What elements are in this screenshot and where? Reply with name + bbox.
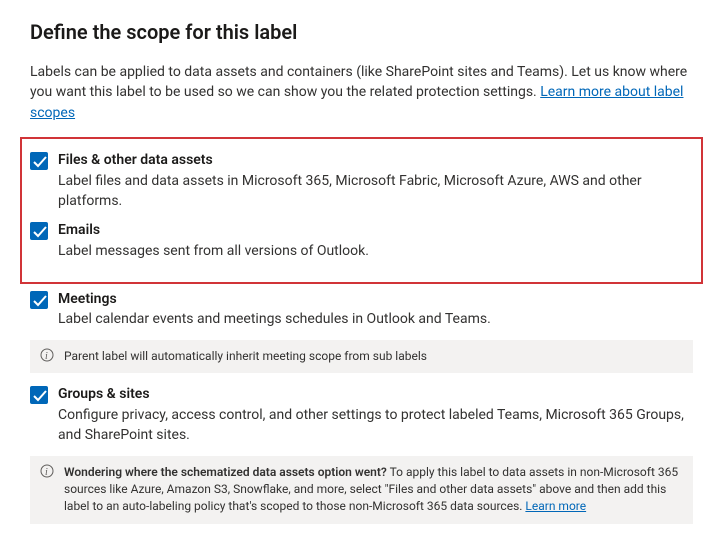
scope-item-meetings: Meetings Label calendar events and meeti…	[30, 290, 693, 330]
scope-label: Meetings	[58, 290, 693, 309]
scope-item-groups: Groups & sites Configure privacy, access…	[30, 385, 693, 445]
svg-text:i: i	[45, 467, 48, 478]
checkbox-files[interactable]	[30, 152, 48, 170]
scope-item-emails: Emails Label messages sent from all vers…	[30, 221, 693, 261]
checkbox-meetings[interactable]	[30, 291, 48, 309]
checkmark-icon	[32, 293, 48, 309]
svg-text:i: i	[45, 351, 48, 362]
scope-label: Files & other data assets	[58, 151, 693, 170]
info-text: Parent label will automatically inherit …	[64, 349, 427, 363]
scope-desc: Configure privacy, access control, and o…	[58, 405, 693, 446]
checkmark-icon	[32, 154, 48, 170]
scope-label: Groups & sites	[58, 385, 693, 404]
highlighted-scope-group: Files & other data assets Label files an…	[20, 137, 703, 284]
info-lead: Wondering where the schematized data ass…	[64, 465, 387, 479]
checkbox-groups[interactable]	[30, 386, 48, 404]
info-icon: i	[40, 348, 54, 362]
scope-desc: Label files and data assets in Microsoft…	[58, 171, 693, 212]
info-bar-schema: i Wondering where the schematized data a…	[30, 456, 693, 524]
scope-item-files: Files & other data assets Label files an…	[30, 151, 693, 211]
learn-more-schema-link[interactable]: Learn more	[525, 499, 586, 513]
checkbox-emails[interactable]	[30, 222, 48, 240]
checkmark-icon	[32, 224, 48, 240]
scope-desc: Label calendar events and meetings sched…	[58, 309, 693, 329]
info-icon: i	[40, 464, 54, 478]
checkmark-icon	[32, 388, 48, 404]
scope-label: Emails	[58, 221, 693, 240]
intro-text: Labels can be applied to data assets and…	[30, 62, 693, 123]
page-title: Define the scope for this label	[30, 20, 693, 44]
info-bar-meetings: i Parent label will automatically inheri…	[30, 340, 693, 373]
scope-desc: Label messages sent from all versions of…	[58, 241, 693, 261]
